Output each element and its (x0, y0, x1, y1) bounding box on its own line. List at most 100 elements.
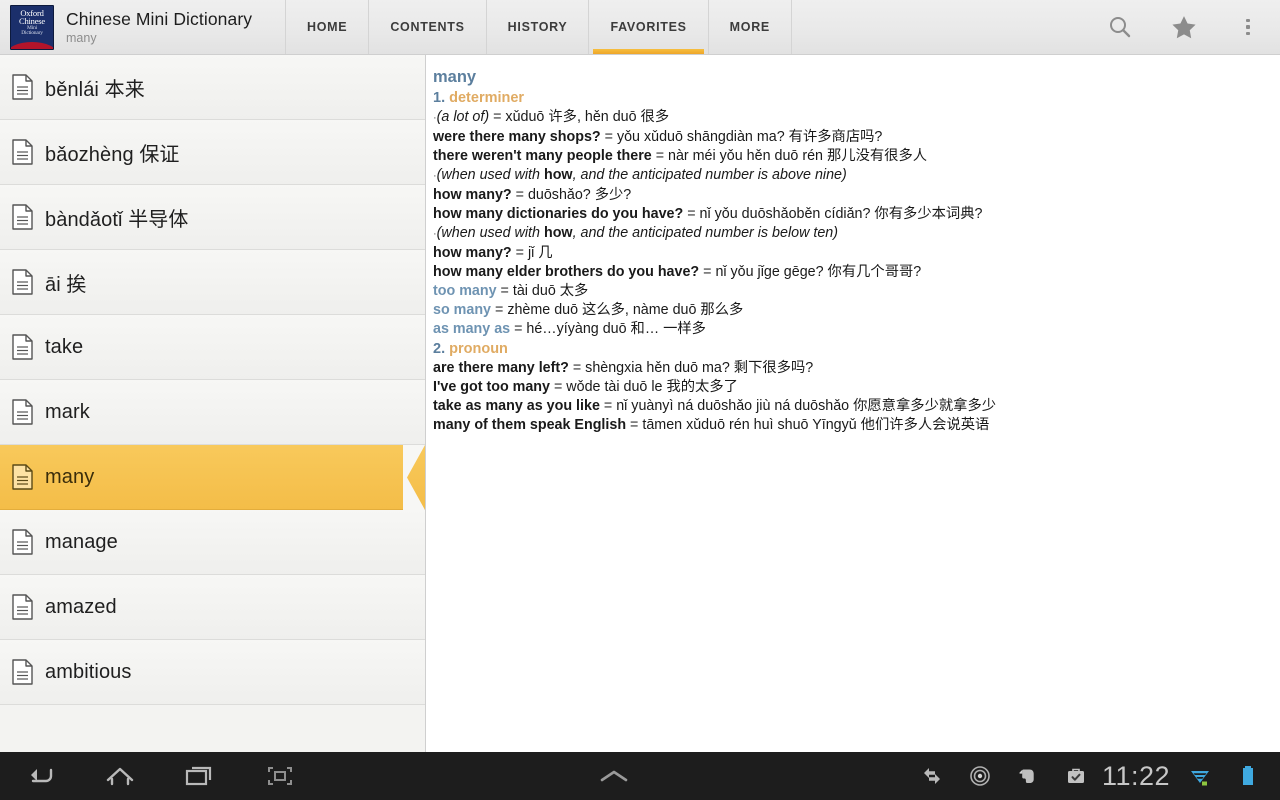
back-button[interactable] (0, 752, 80, 800)
recents-button[interactable] (160, 752, 240, 800)
document-icon (12, 269, 33, 295)
sense-heading-1: 1. determiner (433, 89, 1266, 108)
translation: jǐ 几 (527, 245, 553, 261)
tab-home[interactable]: HOME (285, 0, 368, 54)
entry-pane[interactable]: many 1. determiner ·(a lot of) = xǔduō 许… (427, 55, 1280, 752)
tab-contents[interactable]: CONTENTS (368, 0, 485, 54)
translation: nàr méi yǒu hěn duō rén 那儿没有很多人 (668, 148, 928, 164)
equals: = (683, 206, 700, 222)
list-item-label: amazed (45, 595, 117, 618)
evernote-icon (1004, 752, 1052, 800)
equals: = (651, 148, 669, 164)
gloss-text: (a lot of) (436, 109, 490, 125)
example-line: how many elder brothers do you have? = n… (433, 263, 1266, 282)
entry-headword: many (433, 68, 477, 86)
dictionary-app-window: Oxford Chinese Mini Dictionary Chinese M… (0, 0, 1280, 800)
title-block: Chinese Mini Dictionary many (66, 9, 252, 46)
equals: = (626, 417, 643, 433)
star-icon[interactable] (1152, 0, 1216, 55)
list-item-label: ambitious (45, 660, 132, 683)
list-item[interactable]: bàndǎotǐ 半导体 (0, 185, 425, 250)
translation: yǒu xǔduō shāngdiàn ma? 有许多商店吗? (616, 129, 883, 145)
phrase-line: as many as = hé…yíyàng duō 和… 一样多 (433, 320, 1266, 339)
sense-number: 1. (433, 90, 446, 106)
selection-notch (403, 445, 425, 510)
screenshot-button[interactable] (240, 752, 320, 800)
equals: = (491, 302, 508, 318)
tab-history[interactable]: HISTORY (485, 0, 589, 54)
example-line: were there many shops? = yǒu xǔduō shāng… (433, 128, 1266, 147)
tab-contents-label: CONTENTS (390, 20, 465, 34)
task-icon (1052, 752, 1100, 800)
tab-favorites[interactable]: FAVORITES (588, 0, 707, 54)
example-english: how many? (433, 245, 512, 261)
example-english: how many elder brothers do you have? (433, 264, 700, 280)
example-line: there weren't many people there = nàr mé… (433, 147, 1266, 166)
document-icon (12, 529, 33, 555)
note-pre: (when used with (436, 167, 544, 183)
equals: = (511, 245, 528, 261)
translation: nǐ yuànyì ná duōshǎo jiù ná duōshǎo 你愿意拿… (616, 398, 997, 414)
list-item[interactable]: bǎozhèng 保证 (0, 120, 425, 185)
part-of-speech: pronoun (449, 341, 508, 357)
list-item-label: běnlái 本来 (45, 78, 145, 101)
note-pre: (when used with (436, 225, 544, 241)
document-icon (12, 334, 33, 360)
action-bar-spacer (792, 0, 1088, 54)
equals: = (550, 379, 567, 395)
translation: tài duō 太多 (512, 283, 589, 299)
sync-icon (908, 752, 956, 800)
app-brand: Oxford Chinese Mini Dictionary Chinese M… (0, 0, 285, 54)
list-item-label: many (45, 465, 95, 488)
search-icon[interactable] (1088, 0, 1152, 55)
document-icon (12, 74, 33, 100)
phrase-line: too many = tài duō 太多 (433, 282, 1266, 301)
example-line: many of them speak English = tāmen xǔduō… (433, 416, 1266, 435)
note-post: , and the anticipated number is above ni… (572, 167, 847, 183)
list-item[interactable]: take (0, 315, 425, 380)
list-item[interactable]: manage (0, 510, 425, 575)
wifi-icon (1176, 752, 1224, 800)
tab-favorites-underline (593, 49, 704, 54)
overflow-dots (1246, 18, 1250, 36)
list-item[interactable]: āi 挨 (0, 250, 425, 315)
equals: = (489, 109, 506, 125)
status-icons[interactable]: 11:22 (908, 752, 1280, 800)
example-line: take as many as you like = nǐ yuànyì ná … (433, 397, 1266, 416)
app-logo-icon: Oxford Chinese Mini Dictionary (10, 4, 54, 50)
tab-more[interactable]: MORE (707, 0, 792, 54)
list-item-label: bàndǎotǐ 半导体 (45, 208, 189, 231)
document-icon (12, 464, 33, 490)
status-clock: 11:22 (1101, 760, 1170, 791)
example-english: many of them speak English (433, 417, 627, 433)
list-item[interactable]: amazed (0, 575, 425, 640)
document-icon (12, 399, 33, 425)
target-icon (956, 752, 1004, 800)
note-post: , and the anticipated number is below te… (572, 225, 839, 241)
list-item-selected[interactable]: many (0, 445, 425, 510)
document-icon (12, 204, 33, 230)
example-english: how many dictionaries do you have? (433, 206, 684, 222)
phrase-line: so many = zhème duō 这么多, nàme duō 那么多 (433, 301, 1266, 320)
action-bar: Oxford Chinese Mini Dictionary Chinese M… (0, 0, 1280, 55)
home-button[interactable] (80, 752, 160, 800)
favorites-list[interactable]: běnlái 本来 bǎozhèng 保证 bàndǎotǐ 半导体 āi 挨 … (0, 55, 426, 752)
sense-heading-2: 2. pronoun (433, 340, 1266, 359)
list-item-label: manage (45, 530, 118, 553)
list-item[interactable]: mark (0, 380, 425, 445)
document-icon (12, 659, 33, 685)
tab-favorites-label: FAVORITES (610, 20, 687, 34)
battery-icon (1224, 752, 1272, 800)
system-navigation-bar: 11:22 (0, 752, 1280, 800)
equals: = (568, 360, 586, 376)
translation: wǒde tài duō le 我的太多了 (566, 379, 738, 395)
translation: hé…yíyàng duō 和… 一样多 (526, 321, 706, 337)
phrase-english: too many (433, 283, 497, 299)
list-item[interactable]: běnlái 本来 (0, 55, 425, 120)
list-item[interactable]: ambitious (0, 640, 425, 705)
action-bar-icons (1088, 0, 1280, 54)
example-line: how many? = duōshǎo? 多少? (433, 186, 1266, 205)
overflow-menu-icon[interactable] (1216, 0, 1280, 55)
expand-chevron-icon[interactable] (320, 767, 908, 785)
example-line: are there many left? = shèngxia hěn duō … (433, 359, 1266, 378)
